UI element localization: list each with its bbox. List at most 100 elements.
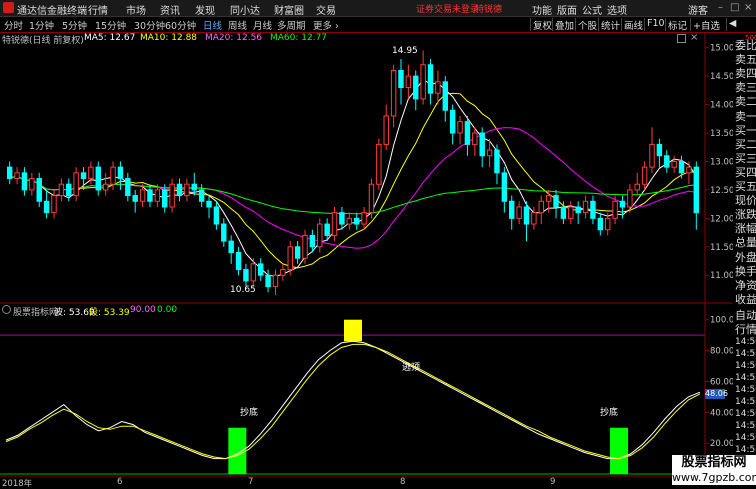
candle-up (154, 189, 161, 202)
indicator-tick-label: 80.00 (710, 347, 733, 357)
candle-down (36, 178, 42, 202)
candle-down (132, 195, 138, 202)
candle-up (346, 217, 353, 225)
indicator-tick-label: 20.00 (710, 439, 733, 449)
candle-up (184, 183, 190, 197)
candle-down (575, 206, 581, 214)
candle-down (324, 223, 330, 236)
signal-label-sell: 逃顶 (402, 363, 421, 373)
candle-up (272, 274, 279, 288)
sell-signal-bar (344, 319, 362, 342)
candle-up (472, 132, 478, 145)
candle-up (287, 246, 293, 271)
candle-down (235, 251, 242, 271)
candle-down (228, 240, 234, 253)
candle-down (427, 64, 434, 94)
candle-up (545, 195, 552, 202)
candle-up (58, 183, 65, 197)
indicator-upper: 90.00 (130, 305, 156, 315)
indicator-tick-label: 60.00 (710, 377, 733, 387)
candle-down (656, 143, 663, 157)
price-tick-label: 15.00 (710, 44, 733, 54)
trade-time: 14:50 (735, 397, 756, 407)
candle-up (250, 263, 257, 282)
indicator-duan: 段: 53.39 (89, 308, 130, 318)
candle-down (257, 263, 264, 276)
candle-up (420, 64, 426, 100)
candle-down (162, 189, 168, 208)
panel-option-label[interactable]: 行情 (735, 321, 756, 337)
close-icon[interactable]: × (744, 2, 752, 13)
indicator-settings-icon[interactable] (2, 305, 11, 314)
candle-up (317, 223, 323, 248)
candle-up (390, 69, 397, 117)
candlesticks (6, 50, 700, 296)
candle-up (538, 200, 544, 214)
candle-down (309, 234, 316, 248)
candle-down (619, 200, 626, 208)
candle-up (331, 212, 338, 236)
candle-up (604, 217, 611, 231)
candle-down (206, 200, 212, 208)
candle-up (376, 143, 382, 185)
quote-label: 收益 (735, 292, 756, 306)
candle-down (590, 200, 596, 219)
price-tick-label: 12.00 (710, 214, 733, 224)
candle-up (51, 195, 57, 214)
last-value-badge: 48.06 (705, 389, 728, 399)
trade-time: 14:50 (735, 409, 756, 419)
indicator-area (0, 319, 705, 475)
candle-down (413, 75, 419, 100)
candle-down (147, 189, 153, 202)
candle-down (43, 200, 50, 214)
indicator-tick-label: 40.00 (710, 408, 733, 418)
candle-up (88, 166, 94, 180)
date-label-year: 2018年 (2, 479, 33, 489)
trade-time: 14:50 (735, 349, 756, 359)
candle-down (221, 223, 227, 242)
price-tick-label: 13.00 (710, 157, 733, 167)
candle-down (464, 121, 471, 145)
candle-down (198, 189, 205, 202)
date-label-8: 8 (400, 477, 406, 487)
price-tick-label: 14.50 (710, 72, 733, 82)
trade-time: 14:50 (735, 361, 756, 371)
candle-up (383, 115, 389, 145)
candle-up (435, 81, 441, 94)
candle-up (14, 172, 20, 180)
price-tick-label: 11.50 (710, 243, 733, 253)
candle-down (21, 172, 28, 191)
candle-up (169, 183, 175, 208)
trade-time: 14:50 (735, 337, 756, 347)
candle-up (582, 200, 589, 214)
candle-up (29, 178, 35, 191)
candle-up (686, 166, 692, 174)
trade-time: 14:50 (735, 433, 756, 443)
candle-up (280, 269, 286, 276)
signal-label-buy-1: 抄底 (240, 408, 259, 418)
high-annotation: 14.95 (392, 46, 418, 56)
candle-down (553, 195, 559, 208)
candle-up (486, 149, 493, 157)
candle-down (117, 166, 124, 180)
candle-up (102, 183, 109, 191)
candle-down (265, 274, 271, 288)
candle-down (509, 200, 515, 219)
candle-up (368, 183, 375, 214)
price-axis: 15.00 14.50 14.00 13.50 13.00 12.50 12.00 11.50… (705, 44, 733, 281)
watermark-line2: www.7gpzb.com (672, 471, 756, 484)
candle-down (95, 166, 102, 191)
candle-down (339, 212, 345, 225)
candle-down (125, 178, 131, 197)
candle-up (531, 212, 537, 225)
chart-canvas[interactable]: 15.00 14.50 14.00 13.50 13.00 12.50 12.00 11.50… (0, 0, 733, 487)
candle-up (612, 200, 618, 219)
candle-up (649, 143, 655, 168)
candle-up (139, 189, 146, 202)
candle-down (66, 183, 72, 197)
candle-up (457, 121, 463, 134)
low-annotation: 10.65 (230, 285, 256, 295)
candle-down (353, 217, 360, 225)
candle-down (693, 166, 700, 214)
indicator-tick-label: 100.00 (710, 316, 733, 326)
